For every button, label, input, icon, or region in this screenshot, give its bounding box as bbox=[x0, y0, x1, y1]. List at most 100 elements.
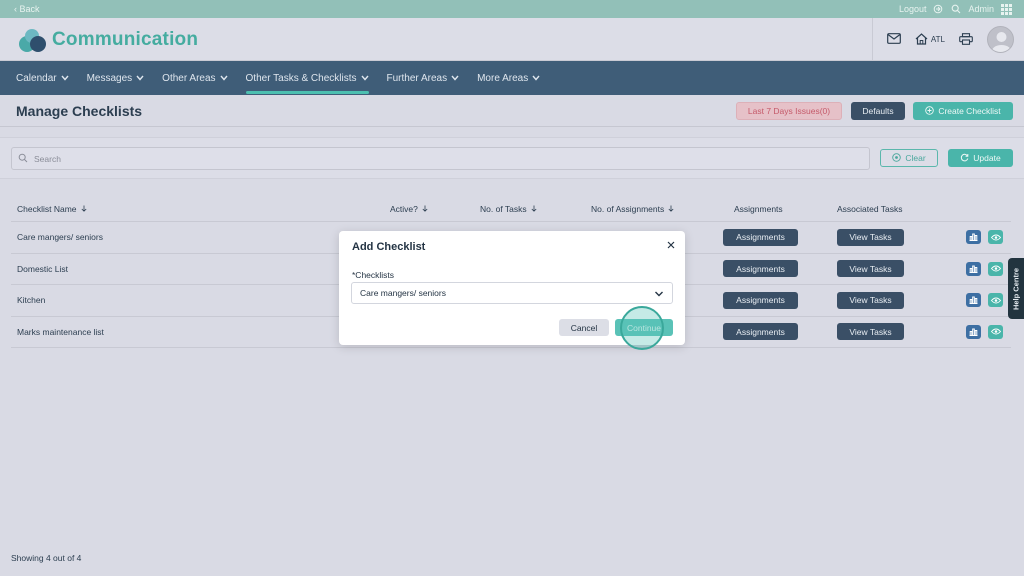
header-actions: ATL bbox=[871, 18, 1024, 61]
sort-down-icon bbox=[81, 204, 87, 214]
sort-down-icon bbox=[668, 204, 674, 214]
refresh-icon bbox=[960, 153, 969, 164]
search-icon bbox=[18, 153, 28, 165]
user-avatar[interactable] bbox=[987, 26, 1014, 53]
logout-link[interactable]: Logout bbox=[899, 4, 927, 14]
header-checklist-name[interactable]: Checklist Name bbox=[17, 196, 87, 221]
create-checklist-button[interactable]: Create Checklist bbox=[913, 102, 1013, 120]
header-associated-tasks: Associated Tasks bbox=[837, 203, 903, 214]
header-label: Active? bbox=[390, 203, 418, 214]
eye-icon[interactable] bbox=[988, 293, 1003, 308]
chevron-down-icon bbox=[451, 73, 459, 84]
nav-messages[interactable]: Messages bbox=[87, 61, 145, 95]
chevron-down-icon bbox=[219, 73, 228, 84]
stats-chart-icon[interactable] bbox=[966, 261, 981, 276]
close-icon[interactable] bbox=[665, 238, 677, 250]
chevron-down-icon bbox=[360, 73, 369, 84]
nav-further-areas[interactable]: Further Areas bbox=[387, 61, 460, 95]
clear-button[interactable]: Clear bbox=[880, 149, 938, 167]
top-strip: ‹ Back Logout Admin bbox=[0, 0, 1024, 18]
nav-label: Calendar bbox=[16, 72, 57, 84]
table-header: Checklist Name Active? No. of Tasks No. … bbox=[11, 196, 1011, 222]
update-label: Update bbox=[973, 153, 1001, 163]
sort-down-icon bbox=[531, 204, 537, 214]
nav-label: Messages bbox=[86, 72, 133, 84]
back-link[interactable]: ‹ Back bbox=[14, 4, 40, 14]
search-panel: Search Clear Update bbox=[0, 137, 1024, 179]
page-title-bar: Manage Checklists Last 7 Days Issues(0) … bbox=[0, 95, 1024, 127]
checklist-name: Domestic List bbox=[17, 263, 69, 274]
view-tasks-button[interactable]: View Tasks bbox=[837, 323, 904, 341]
chevron-down-icon bbox=[654, 289, 664, 299]
print-button[interactable] bbox=[959, 32, 973, 47]
header-label: No. of Assignments bbox=[591, 203, 665, 214]
app-header: Communication ATL bbox=[0, 18, 1024, 61]
eye-icon[interactable] bbox=[988, 324, 1003, 339]
create-checklist-label: Create Checklist bbox=[938, 106, 1001, 116]
logout-icon[interactable] bbox=[932, 3, 944, 15]
nav-label: More Areas bbox=[477, 72, 529, 84]
chevron-down-icon bbox=[136, 73, 144, 84]
defaults-button[interactable]: Defaults bbox=[851, 102, 905, 120]
nav-other-areas[interactable]: Other Areas bbox=[162, 61, 228, 95]
nav-calendar[interactable]: Calendar bbox=[16, 61, 69, 95]
sort-down-icon bbox=[422, 204, 428, 214]
view-tasks-button[interactable]: View Tasks bbox=[837, 228, 904, 246]
header-label: No. of Tasks bbox=[480, 203, 527, 214]
mail-icon bbox=[887, 33, 901, 46]
app-title: Communication bbox=[52, 29, 199, 50]
nav-more-areas[interactable]: More Areas bbox=[477, 61, 540, 95]
header-no-of-assignments[interactable]: No. of Assignments bbox=[591, 196, 674, 221]
home-label: ATL bbox=[930, 35, 945, 44]
nav-label: Other Areas bbox=[162, 72, 216, 84]
search-icon[interactable] bbox=[950, 3, 962, 15]
clear-icon bbox=[892, 152, 902, 164]
grid-menu-icon[interactable] bbox=[1000, 3, 1012, 15]
showing-count: Showing 4 out of 4 bbox=[11, 553, 82, 563]
continue-button[interactable]: Continue bbox=[615, 319, 673, 336]
stats-chart-icon[interactable] bbox=[966, 324, 981, 339]
stats-chart-icon[interactable] bbox=[966, 230, 981, 245]
chevron-down-icon bbox=[61, 73, 69, 84]
plus-circle-icon bbox=[925, 105, 935, 117]
stats-chart-icon[interactable] bbox=[966, 293, 981, 308]
admin-label[interactable]: Admin bbox=[968, 4, 994, 14]
header-no-of-tasks[interactable]: No. of Tasks bbox=[480, 196, 537, 221]
help-centre-tab[interactable]: Help Centre bbox=[1008, 258, 1024, 319]
checklist-name: Kitchen bbox=[17, 295, 46, 306]
home-icon bbox=[915, 32, 928, 47]
checklists-select[interactable]: Care mangers/ seniors bbox=[351, 282, 673, 304]
eye-icon[interactable] bbox=[988, 230, 1003, 245]
nav-other-tasks-checklists[interactable]: Other Tasks & Checklists bbox=[245, 61, 369, 95]
checklists-field-label: *Checklists bbox=[352, 270, 395, 280]
view-tasks-button[interactable]: View Tasks bbox=[837, 291, 904, 309]
update-button[interactable]: Update bbox=[948, 149, 1013, 167]
checklist-name: Care mangers/ seniors bbox=[17, 232, 103, 243]
nav-label: Other Tasks & Checklists bbox=[245, 72, 357, 84]
cancel-button[interactable]: Cancel bbox=[559, 319, 609, 336]
home-button[interactable]: ATL bbox=[915, 32, 945, 47]
add-checklist-dialog: Add Checklist *Checklists Care mangers/ … bbox=[339, 231, 685, 345]
page-title: Manage Checklists bbox=[16, 103, 143, 119]
printer-icon bbox=[959, 32, 973, 47]
help-centre-label: Help Centre bbox=[1011, 267, 1021, 310]
header-active[interactable]: Active? bbox=[390, 196, 428, 221]
app-logo[interactable] bbox=[16, 27, 48, 53]
header-label: Checklist Name bbox=[17, 203, 77, 214]
last-7-days-issues-button[interactable]: Last 7 Days Issues(0) bbox=[736, 102, 842, 120]
chevron-down-icon bbox=[532, 73, 540, 84]
header-divider bbox=[871, 18, 873, 61]
assignments-button[interactable]: Assignments bbox=[723, 260, 798, 278]
assignments-button[interactable]: Assignments bbox=[723, 228, 798, 246]
assignments-button[interactable]: Assignments bbox=[723, 323, 798, 341]
assignments-button[interactable]: Assignments bbox=[723, 291, 798, 309]
dialog-title: Add Checklist bbox=[352, 241, 426, 253]
selected-value: Care mangers/ seniors bbox=[360, 288, 446, 298]
header-assignments: Assignments bbox=[734, 203, 783, 214]
checklist-name: Marks maintenance list bbox=[17, 326, 104, 337]
clear-label: Clear bbox=[905, 153, 926, 163]
eye-icon[interactable] bbox=[988, 261, 1003, 276]
search-input[interactable]: Search bbox=[11, 147, 870, 170]
view-tasks-button[interactable]: View Tasks bbox=[837, 260, 904, 278]
mail-button[interactable] bbox=[887, 33, 901, 46]
